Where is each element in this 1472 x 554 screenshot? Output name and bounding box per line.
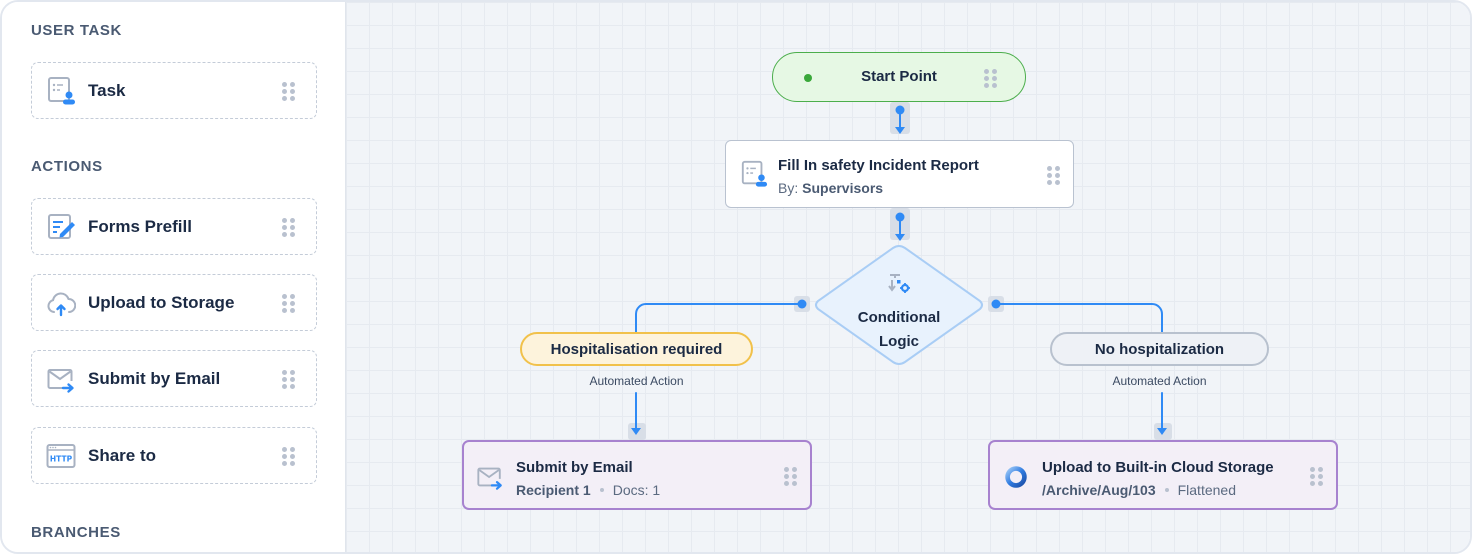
cloud-storage-icon — [1005, 466, 1027, 488]
connector-handle — [794, 296, 810, 312]
task-title: Fill In safety Incident Report — [778, 157, 979, 174]
branch-label-no-hospitalization[interactable]: No hospitalization — [1050, 332, 1269, 366]
condition-label: Conditional Logic — [812, 306, 986, 354]
conditional-logic-icon — [888, 274, 910, 293]
separator-dot — [599, 488, 604, 492]
separator-dot — [1164, 488, 1169, 492]
palette-item-label: Forms Prefill — [88, 216, 192, 236]
assignee-value: Supervisors — [802, 180, 884, 196]
connector-handle — [988, 296, 1004, 312]
cloud-upload-icon — [47, 292, 76, 317]
task-user-icon — [48, 77, 75, 105]
palette-sidebar: USER TASK Task ACTIONS Forms Prefill Upl… — [2, 2, 345, 552]
email-send-icon — [47, 369, 74, 393]
action-node-submit-by-email[interactable]: Submit by Email Recipient 1 Docs: 1 — [462, 440, 812, 510]
action-meta: /Archive/Aug/103 Flattened — [1042, 482, 1236, 498]
palette-item-task[interactable]: Task — [31, 62, 317, 119]
svg-text:HTTP: HTTP — [50, 455, 73, 464]
palette-item-submit-by-email[interactable]: Submit by Email — [31, 350, 317, 407]
connector-handle — [890, 102, 910, 134]
drag-handle-icon[interactable] — [1047, 166, 1060, 185]
drag-handle-icon[interactable] — [282, 82, 295, 101]
action-meta: Recipient 1 Docs: 1 — [516, 482, 660, 498]
drag-handle-icon[interactable] — [282, 218, 295, 237]
drag-handle-icon[interactable] — [282, 294, 295, 313]
action-title: Submit by Email — [516, 459, 633, 476]
connector-handle — [890, 208, 910, 240]
action-path: /Archive/Aug/103 — [1042, 482, 1156, 498]
palette-item-label: Submit by Email — [88, 368, 221, 388]
condition-label-line2: Logic — [879, 333, 919, 350]
form-edit-icon — [48, 214, 75, 239]
branch-sub-label: Automated Action — [589, 374, 684, 388]
drag-handle-icon[interactable] — [1310, 467, 1323, 486]
action-title: Upload to Built-in Cloud Storage — [1042, 459, 1274, 476]
palette-item-label: Task — [88, 80, 126, 100]
action-docs: Docs: 1 — [612, 482, 661, 498]
start-point-node[interactable]: Start Point — [772, 52, 1026, 102]
palette-item-share-to[interactable]: HTTP Share to — [31, 427, 317, 484]
task-node[interactable]: Fill In safety Incident Report By: Super… — [725, 140, 1074, 208]
assignee-label: By: — [778, 180, 799, 196]
conditional-logic-node[interactable]: Conditional Logic — [812, 244, 986, 366]
action-format: Flattened — [1177, 482, 1236, 498]
section-title-actions: ACTIONS — [31, 158, 103, 175]
drag-handle-icon[interactable] — [282, 370, 295, 389]
action-node-upload-to-cloud-storage[interactable]: Upload to Built-in Cloud Storage /Archiv… — [988, 440, 1338, 510]
drag-handle-icon[interactable] — [784, 467, 797, 486]
action-recipient: Recipient 1 — [516, 482, 591, 498]
condition-label-line1: Conditional — [857, 309, 941, 326]
palette-item-upload-to-storage[interactable]: Upload to Storage — [31, 274, 317, 331]
branch-sub-label: Automated Action — [1112, 374, 1207, 388]
connector-handle — [628, 423, 646, 440]
connector-handle — [1154, 423, 1172, 440]
section-title-branches: BRANCHES — [31, 524, 121, 541]
http-icon: HTTP — [46, 444, 76, 468]
workflow-builder: USER TASK Task ACTIONS Forms Prefill Upl… — [0, 0, 1472, 554]
email-send-icon — [477, 467, 502, 490]
drag-handle-icon[interactable] — [282, 447, 295, 466]
palette-item-label: Share to — [88, 445, 157, 465]
branch-label-hospitalisation-required[interactable]: Hospitalisation required — [520, 332, 753, 366]
palette-item-label: Upload to Storage — [88, 292, 235, 312]
drag-handle-icon[interactable] — [984, 69, 997, 88]
task-assignee: By: Supervisors — [778, 180, 883, 196]
palette-item-forms-prefill[interactable]: Forms Prefill — [31, 198, 317, 255]
section-title-user-task: USER TASK — [31, 22, 122, 39]
task-user-icon — [741, 160, 768, 187]
